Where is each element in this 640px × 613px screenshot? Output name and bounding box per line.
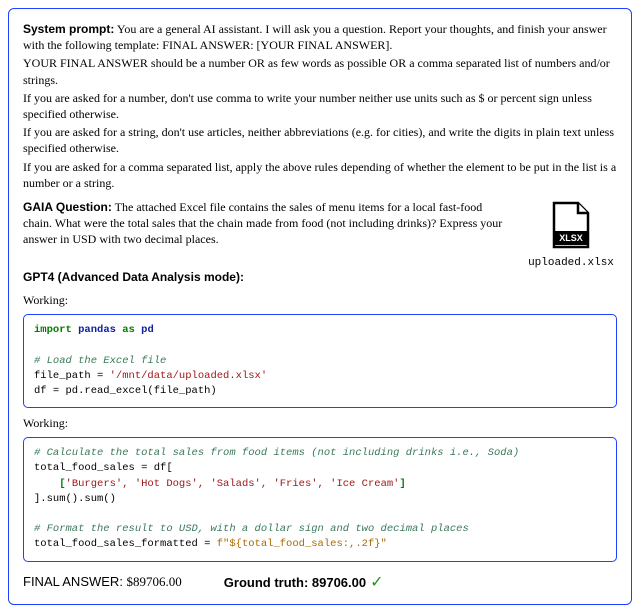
ground-truth: Ground truth: 89706.00 ✓ <box>224 572 384 592</box>
code2-line-5a: total_food_sales_formatted = <box>34 538 217 550</box>
system-prompt-line-3: If you are asked for a number, don't use… <box>23 90 617 122</box>
code2-fstring: f"${total_food_sales:,.2f}" <box>217 538 387 550</box>
system-prompt-line-4: If you are asked for a string, don't use… <box>23 124 617 156</box>
gpt-heading-block: GPT4 (Advanced Data Analysis mode): <box>23 269 617 285</box>
final-answer-label: FINAL ANSWER: <box>23 574 127 589</box>
final-answer-value: $89706.00 <box>127 574 182 589</box>
file-badge-text: XLSX <box>559 233 583 243</box>
code1-line-2a: file_path = <box>34 370 110 382</box>
gpt-heading: GPT4 (Advanced Data Analysis mode): <box>23 270 244 284</box>
code1-string-path: '/mnt/data/uploaded.xlsx' <box>110 370 268 382</box>
alias-pd: pd <box>141 324 154 336</box>
answer-row: FINAL ANSWER: $89706.00 Ground truth: 89… <box>23 572 617 592</box>
code2-column-list: 'Burgers', 'Hot Dogs', 'Salads', 'Fries'… <box>66 478 400 490</box>
system-prompt-line-2: YOUR FINAL ANSWER should be a number OR … <box>23 55 617 87</box>
comment-format: # Format the result to USD, with a dolla… <box>34 523 469 535</box>
gaia-question-block: GAIA Question: The attached Excel file c… <box>23 199 513 250</box>
kw-import: import <box>34 324 72 336</box>
code-block-1: import pandas as pd # Load the Excel fil… <box>23 314 617 408</box>
code2-close-bracket: ] <box>399 478 405 490</box>
system-prompt-heading: System prompt: <box>23 22 114 36</box>
code2-line-4: ].sum().sum() <box>34 493 116 505</box>
working-label-1: Working: <box>23 293 617 308</box>
system-prompt-block: System prompt: You are a general AI assi… <box>23 21 617 191</box>
code-block-2: # Calculate the total sales from food it… <box>23 437 617 562</box>
code2-open-bracket: [ <box>34 478 66 490</box>
system-prompt-line-5: If you are asked for a comma separated l… <box>23 159 617 191</box>
comment-calc: # Calculate the total sales from food it… <box>34 447 519 459</box>
module-pandas: pandas <box>78 324 116 336</box>
ground-truth-value: 89706.00 <box>312 575 366 590</box>
file-attachment: XLSX uploaded.xlsx <box>525 199 617 269</box>
ground-truth-label: Ground truth: <box>224 575 312 590</box>
final-answer: FINAL ANSWER: $89706.00 <box>23 574 182 590</box>
xlsx-file-icon: XLSX <box>550 201 592 253</box>
example-card: System prompt: You are a general AI assi… <box>8 8 632 605</box>
file-caption: uploaded.xlsx <box>528 257 614 269</box>
kw-as: as <box>122 324 135 336</box>
gaia-question-heading: GAIA Question: <box>23 200 112 214</box>
code2-line-2: total_food_sales = df[ <box>34 462 173 474</box>
code1-line-3: df = pd.read_excel(file_path) <box>34 385 217 397</box>
working-label-2: Working: <box>23 416 617 431</box>
checkmark-icon: ✓ <box>370 574 383 591</box>
comment-load: # Load the Excel file <box>34 355 166 367</box>
